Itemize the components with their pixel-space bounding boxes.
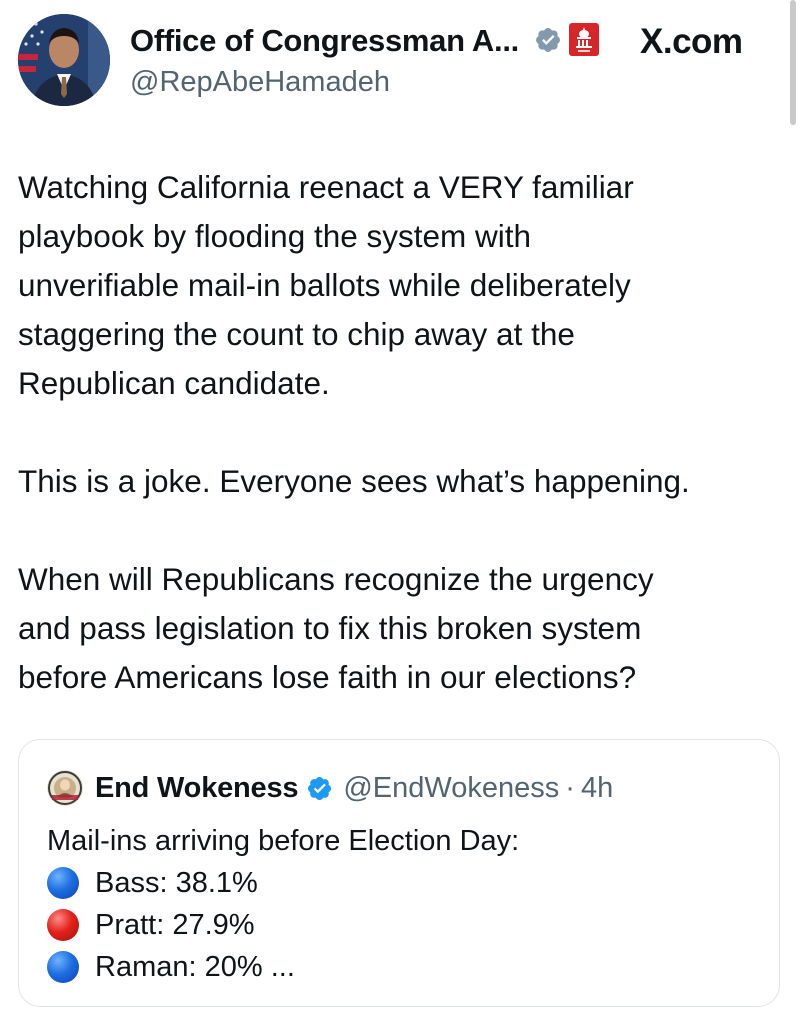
quoted-post-line-text: Mail-ins arriving before Election Day:	[47, 825, 520, 857]
post-paragraph-3: When will Republicans recognize the urge…	[18, 561, 654, 695]
author-avatar[interactable]	[18, 14, 110, 106]
site-label-text: X.com	[640, 22, 743, 61]
author-display-name[interactable]: Office of Congressman A...	[130, 23, 519, 59]
separator-dot: ·	[565, 771, 575, 804]
blue-circle-icon	[47, 867, 79, 899]
quoted-post-line: Pratt: 27.9%	[47, 904, 519, 946]
scrollbar[interactable]	[790, 0, 796, 125]
post-header: Office of Congressman A... @RepAbeHamade…	[18, 14, 778, 110]
quoted-post-line-text: Raman: 20% ...	[95, 951, 295, 983]
site-label: X.com	[640, 22, 743, 62]
quoted-post-card[interactable]: End Wokeness @EndWokeness · 4h Mail-ins …	[18, 739, 780, 1007]
quoted-author-name[interactable]: End Wokeness	[95, 772, 299, 805]
red-circle-icon	[47, 909, 79, 941]
verified-badge-icon	[308, 776, 332, 800]
post-paragraph-2: This is a joke. Everyone sees what’s hap…	[18, 463, 690, 499]
quoted-post-header: End Wokeness @EndWokeness · 4h	[47, 770, 613, 806]
quoted-post-line: Mail-ins arriving before Election Day:	[47, 820, 519, 862]
quoted-post-line-text: Pratt: 27.9%	[95, 909, 255, 941]
quoted-author-handle[interactable]: @EndWokeness	[343, 772, 559, 805]
verified-badge-icon	[536, 28, 560, 52]
government-badge-icon	[569, 23, 599, 56]
blue-circle-icon	[47, 951, 79, 983]
quoted-post-line: Bass: 38.1%	[47, 862, 519, 904]
quoted-post-line-text: Bass: 38.1%	[95, 867, 258, 899]
author-handle[interactable]: @RepAbeHamadeh	[130, 66, 390, 99]
quoted-author-avatar[interactable]	[47, 770, 83, 806]
quoted-post-text: Mail-ins arriving before Election Day: B…	[47, 820, 519, 988]
quoted-post-line: Raman: 20% ...	[47, 946, 519, 988]
quoted-post-timestamp[interactable]: 4h	[581, 772, 613, 805]
post-text: Watching California reenact a VERY famil…	[18, 163, 788, 702]
post-paragraph-1: Watching California reenact a VERY famil…	[18, 169, 634, 401]
